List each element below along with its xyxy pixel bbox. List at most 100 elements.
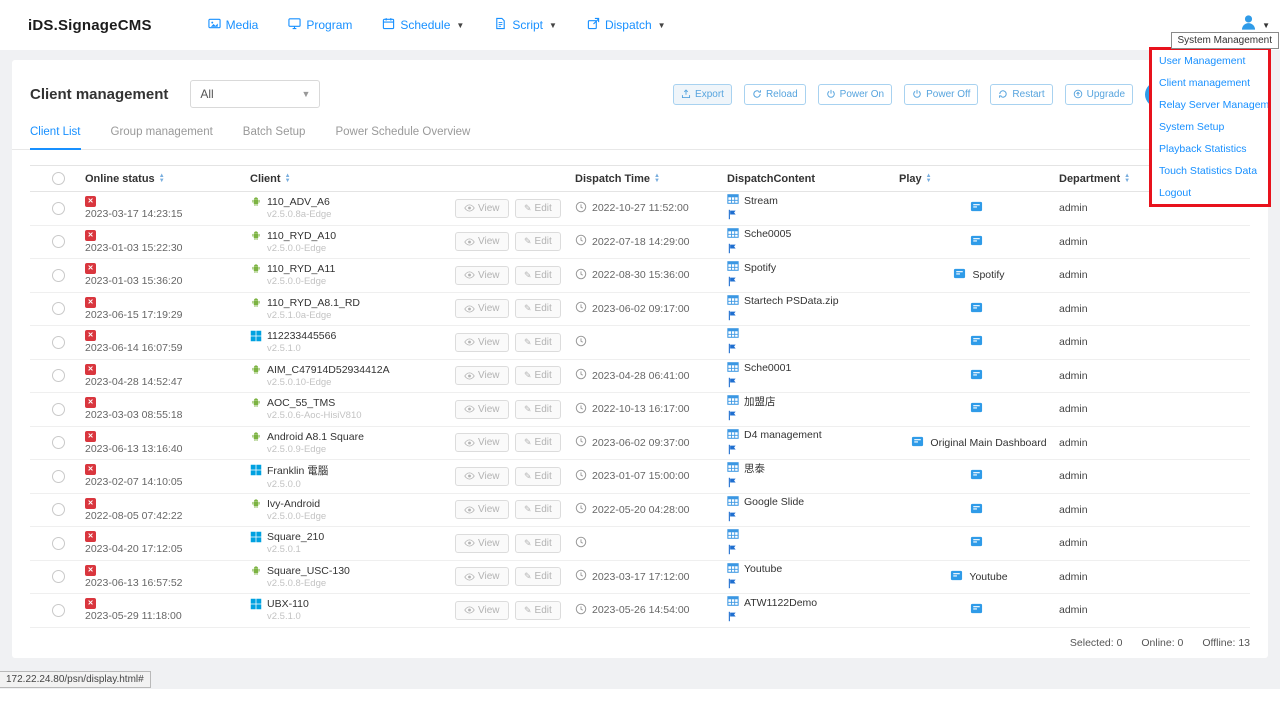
nav-script[interactable]: Script ▼ <box>494 17 557 33</box>
view-button[interactable]: View <box>455 467 509 486</box>
edit-button[interactable]: ✎ Edit <box>515 299 561 318</box>
dispatch-content-cell <box>727 327 899 357</box>
view-button[interactable]: View <box>455 199 509 218</box>
dispatch-time-cell: 2023-04-28 06:41:00 <box>575 368 727 383</box>
col-header-dispatch-time[interactable]: Dispatch Time ▲▼ <box>575 173 727 185</box>
table-grid-icon <box>727 193 739 208</box>
flag-icon <box>727 444 738 458</box>
dispatch-content-cell: Google Slide <box>727 495 899 525</box>
tab-client-list[interactable]: Client List <box>30 126 81 150</box>
nav-label: Dispatch <box>605 18 652 32</box>
client-cell: AOC_55_TMS v2.5.0.6-Aoc-HisiV810 <box>250 397 455 421</box>
edit-button[interactable]: ✎ Edit <box>515 400 561 419</box>
menu-item[interactable]: Playback Statistics <box>1152 138 1268 160</box>
offline-status-icon: ✕ <box>85 263 96 274</box>
menu-item[interactable]: System Setup <box>1152 116 1268 138</box>
col-header-online-status[interactable]: Online status ▲▼ <box>85 173 250 185</box>
table-row: ✕ 2023-02-07 14:10:05 Franklin 電腦 v2.5.0… <box>30 460 1250 494</box>
edit-button[interactable]: ✎ Edit <box>515 567 561 586</box>
view-button[interactable]: View <box>455 433 509 452</box>
view-button[interactable]: View <box>455 534 509 553</box>
edit-button[interactable]: ✎ Edit <box>515 333 561 352</box>
nav-media[interactable]: Media <box>208 17 259 33</box>
view-button[interactable]: View <box>455 567 509 586</box>
row-select-radio[interactable] <box>52 436 65 449</box>
clock-icon <box>575 402 587 417</box>
menu-item[interactable]: Relay Server Management <box>1152 94 1268 116</box>
select-all-radio[interactable] <box>52 172 65 185</box>
row-select-radio[interactable] <box>52 537 65 550</box>
dispatch-time-cell: 2022-10-27 11:52:00 <box>575 201 727 216</box>
view-button[interactable]: View <box>455 500 509 519</box>
dispatch-content-cell: Startech PSData.zip <box>727 294 899 324</box>
edit-button[interactable]: ✎ Edit <box>515 232 561 251</box>
edit-button[interactable]: ✎ Edit <box>515 366 561 385</box>
edit-button[interactable]: ✎ Edit <box>515 534 561 553</box>
edit-button[interactable]: ✎ Edit <box>515 500 561 519</box>
edit-button[interactable]: ✎ Edit <box>515 433 561 452</box>
row-select-radio[interactable] <box>52 570 65 583</box>
dispatch-content-name: 思泰 <box>744 461 765 476</box>
tab-batch-setup[interactable]: Batch Setup <box>243 126 306 149</box>
view-button[interactable]: View <box>455 232 509 251</box>
row-select-radio[interactable] <box>52 235 65 248</box>
power-on-button[interactable]: Power On <box>818 84 892 105</box>
table-row: ✕ 2023-01-03 15:22:30 110_RYD_A10 v2.5.0… <box>30 226 1250 260</box>
tab-group-management[interactable]: Group management <box>111 126 213 149</box>
row-select-radio[interactable] <box>52 470 65 483</box>
row-select-radio[interactable] <box>52 336 65 349</box>
tab-power-schedule-overview[interactable]: Power Schedule Overview <box>335 126 470 149</box>
dispatch-content-name: Sche0001 <box>744 362 791 374</box>
menu-item[interactable]: Touch Statistics Data <box>1152 160 1268 182</box>
menu-item[interactable]: Client management <box>1152 72 1268 94</box>
table-row: ✕ 2023-03-03 08:55:18 AOC_55_TMS v2.5.0.… <box>30 393 1250 427</box>
restart-button[interactable]: Restart <box>990 84 1052 105</box>
row-select-radio[interactable] <box>52 302 65 315</box>
dispatch-content-cell: 思泰 <box>727 461 899 491</box>
nav-program[interactable]: Program <box>288 17 352 33</box>
selected-count: Selected: 0 <box>1070 637 1123 649</box>
row-select-radio[interactable] <box>52 503 65 516</box>
edit-button[interactable]: ✎ Edit <box>515 601 561 620</box>
col-header-play[interactable]: Play ▲▼ <box>899 173 1059 185</box>
nav-dispatch[interactable]: Dispatch ▼ <box>587 17 666 33</box>
row-select-radio[interactable] <box>52 403 65 416</box>
playlist-icon <box>970 334 983 350</box>
row-select-radio[interactable] <box>52 604 65 617</box>
view-button[interactable]: View <box>455 333 509 352</box>
view-button[interactable]: View <box>455 601 509 620</box>
edit-button[interactable]: ✎ Edit <box>515 266 561 285</box>
client-os-icon <box>250 531 262 543</box>
offline-status-icon: ✕ <box>85 297 96 308</box>
col-header-client[interactable]: Client ▲▼ <box>250 173 455 185</box>
view-button[interactable]: View <box>455 366 509 385</box>
view-button[interactable]: View <box>455 266 509 285</box>
row-select-radio[interactable] <box>52 202 65 215</box>
view-button[interactable]: View <box>455 299 509 318</box>
power-off-button[interactable]: Power Off <box>904 84 978 105</box>
export-button[interactable]: Export <box>673 84 732 105</box>
playlist-icon <box>970 502 983 518</box>
table-grid-icon <box>727 327 739 342</box>
row-select-radio[interactable] <box>52 269 65 282</box>
table-row: ✕ 2023-06-13 16:57:52 Square_USC-130 v2.… <box>30 561 1250 595</box>
flag-icon <box>727 410 738 424</box>
client-cell: Android A8.1 Square v2.5.0.9-Edge <box>250 431 455 455</box>
department: admin <box>1059 604 1250 616</box>
group-filter-select[interactable]: All ▼ <box>190 80 320 108</box>
flag-icon <box>727 310 738 324</box>
nav-schedule[interactable]: Schedule ▼ <box>382 17 464 33</box>
dispatch-time-cell: 2022-08-30 15:36:00 <box>575 268 727 283</box>
table-grid-icon <box>727 495 739 510</box>
nav-label: Program <box>306 18 352 32</box>
edit-button[interactable]: ✎ Edit <box>515 467 561 486</box>
edit-button[interactable]: ✎ Edit <box>515 199 561 218</box>
client-name: Ivy-Android <box>267 498 320 510</box>
row-select-radio[interactable] <box>52 369 65 382</box>
menu-item[interactable]: Logout <box>1152 182 1268 204</box>
menu-item[interactable]: User Management <box>1152 50 1268 72</box>
dispatch-time: 2022-07-18 14:29:00 <box>592 236 690 248</box>
view-button[interactable]: View <box>455 400 509 419</box>
upgrade-button[interactable]: Upgrade <box>1065 84 1133 105</box>
reload-button[interactable]: Reload <box>744 84 806 105</box>
